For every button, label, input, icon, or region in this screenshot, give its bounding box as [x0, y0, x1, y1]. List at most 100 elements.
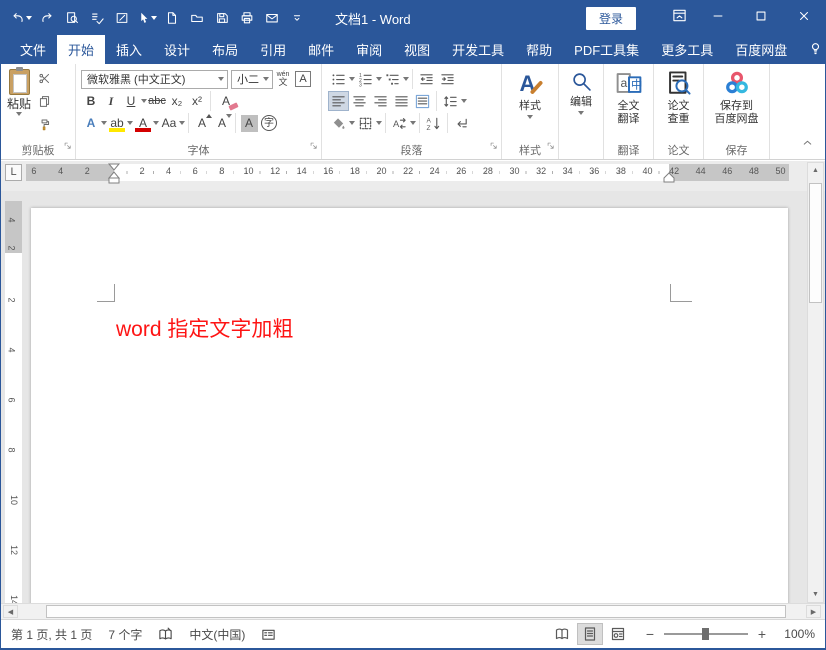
paragraph-dialog-launcher-icon[interactable] [489, 139, 500, 157]
clear-formatting-button[interactable]: A [214, 91, 239, 111]
numbering-button[interactable]: 123 [355, 69, 376, 89]
collapse-ribbon-icon[interactable] [801, 136, 814, 154]
vertical-scroll-thumb[interactable] [809, 183, 822, 303]
word-count[interactable]: 7 个字 [108, 626, 142, 643]
zoom-out-button[interactable]: − [645, 626, 655, 642]
tab-mailings[interactable]: 邮件 [297, 35, 345, 64]
new-document-icon[interactable] [159, 5, 184, 31]
language-indicator[interactable]: 中文(中国) [189, 626, 245, 643]
tab-home[interactable]: 开始 [57, 35, 106, 64]
enclose-characters-button[interactable]: 字 [259, 113, 279, 133]
quick-edit-icon[interactable] [109, 5, 134, 31]
tab-design[interactable]: 设计 [153, 35, 201, 64]
asian-layout-button[interactable]: A [389, 113, 410, 133]
line-spacing-dropdown-icon[interactable] [461, 99, 467, 103]
align-right-button[interactable] [370, 91, 391, 111]
web-layout-button[interactable] [605, 623, 631, 645]
font-name-combobox[interactable]: 微软雅黑 (中文正文) [81, 69, 228, 89]
justify-button[interactable] [391, 91, 412, 111]
font-size-combobox[interactable]: 小二 [231, 69, 273, 89]
zoom-percentage[interactable]: 100% [777, 627, 815, 641]
superscript-button[interactable]: x² [187, 91, 207, 111]
tab-pdf-tools[interactable]: PDF工具集 [563, 35, 650, 64]
tab-baidu-netdisk[interactable]: 百度网盘 [724, 35, 798, 64]
tab-more-tools[interactable]: 更多工具 [650, 35, 724, 64]
spelling-icon[interactable] [84, 5, 109, 31]
tab-references[interactable]: 引用 [249, 35, 297, 64]
tab-stop-selector[interactable]: L [5, 164, 22, 181]
redo-icon[interactable] [34, 5, 59, 31]
minimize-button[interactable] [696, 1, 739, 35]
read-mode-button[interactable] [549, 623, 575, 645]
vertical-scrollbar[interactable]: ▲ ▼ [807, 162, 824, 603]
tab-layout[interactable]: 布局 [201, 35, 249, 64]
align-left-button[interactable] [328, 91, 349, 111]
shrink-font-button[interactable]: A [212, 113, 232, 133]
increase-indent-button[interactable] [437, 69, 458, 89]
sort-button[interactable]: AZ [423, 113, 444, 133]
horizontal-scrollbar[interactable]: ◀ ▶ [1, 603, 825, 619]
format-painter-button[interactable] [38, 118, 51, 136]
tab-file[interactable]: 文件 [9, 35, 57, 64]
asian-layout-dropdown-icon[interactable] [410, 121, 416, 125]
proofing-status-icon[interactable] [158, 627, 173, 642]
change-case-dropdown-icon[interactable] [179, 121, 185, 125]
grow-font-button[interactable]: A [192, 113, 212, 133]
right-indent-marker[interactable] [662, 170, 676, 183]
underline-button[interactable]: U [121, 91, 141, 111]
login-button[interactable]: 登录 [585, 6, 636, 30]
italic-button[interactable]: I [101, 91, 121, 111]
copy-button[interactable] [38, 95, 51, 113]
character-border-button[interactable]: A [293, 69, 313, 89]
tab-review[interactable]: 审阅 [345, 35, 393, 64]
strikethrough-button[interactable]: abc [147, 91, 167, 111]
multilevel-dropdown-icon[interactable] [403, 77, 409, 81]
maximize-button[interactable] [739, 1, 782, 35]
tab-insert[interactable]: 插入 [105, 35, 153, 64]
customize-qat-icon[interactable] [284, 5, 309, 31]
decrease-indent-button[interactable] [416, 69, 437, 89]
bullets-button[interactable] [328, 69, 349, 89]
vertical-ruler[interactable]: 4 2 2 4 6 8 10 12 14 [5, 201, 22, 613]
line-spacing-button[interactable] [440, 91, 461, 111]
scroll-right-icon[interactable]: ▶ [806, 605, 821, 618]
text-effects-button[interactable]: A [81, 113, 101, 133]
open-icon[interactable] [184, 5, 209, 31]
indent-markers[interactable] [107, 163, 121, 185]
paste-dropdown-icon[interactable] [16, 112, 22, 116]
print-preview-icon[interactable] [59, 5, 84, 31]
tab-developer[interactable]: 开发工具 [441, 35, 515, 64]
scroll-left-icon[interactable]: ◀ [3, 605, 18, 618]
undo-icon[interactable] [9, 5, 34, 31]
ribbon-display-options-icon[interactable] [662, 1, 696, 35]
character-shading-button[interactable]: A [239, 113, 259, 133]
editing-button[interactable]: 编辑 [559, 64, 603, 159]
close-button[interactable] [782, 1, 825, 35]
tab-help[interactable]: 帮助 [515, 35, 563, 64]
show-marks-button[interactable] [451, 113, 472, 133]
change-case-button[interactable]: Aa [159, 113, 179, 133]
touch-mode-icon[interactable] [134, 5, 159, 31]
multilevel-list-button[interactable] [382, 69, 403, 89]
print-layout-button[interactable] [577, 623, 603, 645]
save-icon[interactable] [209, 5, 234, 31]
distribute-button[interactable] [412, 91, 433, 111]
clipboard-dialog-launcher-icon[interactable] [63, 139, 74, 157]
quick-print-icon[interactable] [234, 5, 259, 31]
subscript-button[interactable]: x₂ [167, 91, 187, 111]
phonetic-guide-button[interactable]: wén 文 [273, 69, 293, 89]
font-dialog-launcher-icon[interactable] [309, 139, 320, 157]
zoom-slider-thumb[interactable] [702, 628, 709, 640]
styles-dialog-launcher-icon[interactable] [546, 139, 557, 157]
zoom-slider[interactable] [664, 628, 748, 640]
email-icon[interactable] [259, 5, 284, 31]
borders-dropdown-icon[interactable] [376, 121, 382, 125]
tell-me-button[interactable]: 告诉我 [798, 35, 825, 64]
page-indicator[interactable]: 第 1 页, 共 1 页 [11, 626, 92, 643]
font-color-button[interactable]: A [133, 113, 153, 133]
horizontal-ruler[interactable]: 6 4 2 2 4 6 8 10 12 14 16 18 20 22 24 26 28 30 32 34 36 38 40 4… [26, 163, 789, 184]
horizontal-scroll-thumb[interactable] [46, 605, 786, 618]
cut-button[interactable] [38, 72, 51, 90]
zoom-in-button[interactable]: + [757, 626, 767, 642]
scroll-up-icon[interactable]: ▲ [808, 163, 823, 178]
